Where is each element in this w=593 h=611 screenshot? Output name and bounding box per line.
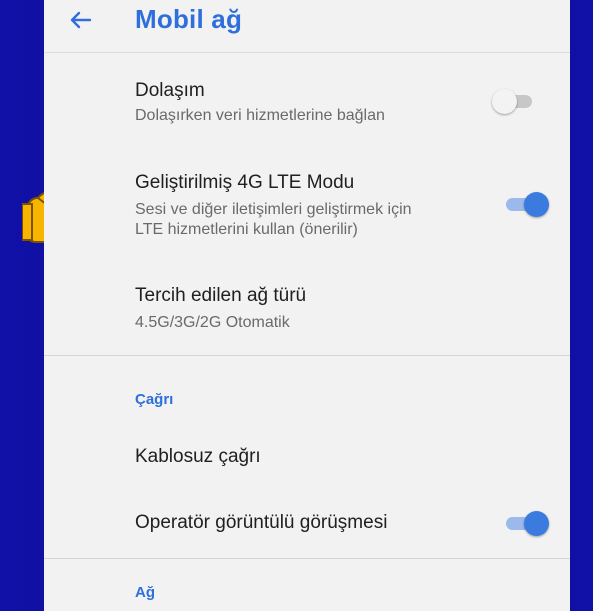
network-type-title: Tercih edilen ağ türü bbox=[135, 285, 307, 306]
toggle-thumb bbox=[524, 511, 549, 536]
lte-toggle[interactable] bbox=[504, 191, 549, 217]
call-section-header: Çağrı bbox=[135, 391, 174, 408]
back-button[interactable] bbox=[64, 4, 96, 36]
toggle-thumb bbox=[492, 89, 517, 114]
settings-screen: Mobil ağ Dolaşım Dolaşırken veri hizmetl… bbox=[44, 0, 570, 611]
page-title: Mobil ağ bbox=[135, 4, 243, 34]
lte-title: Geliştirilmiş 4G LTE Modu bbox=[135, 172, 355, 193]
roaming-toggle[interactable] bbox=[492, 88, 536, 114]
preferred-network-setting[interactable]: Tercih edilen ağ türü 4.5G/3G/2G Otomati… bbox=[44, 275, 570, 345]
enhanced-lte-setting[interactable]: Geliştirilmiş 4G LTE Modu Sesi ve diğer … bbox=[44, 160, 570, 260]
toggle-thumb bbox=[524, 192, 549, 217]
roaming-setting[interactable]: Dolaşım Dolaşırken veri hizmetlerine bağ… bbox=[44, 60, 570, 146]
lte-subtitle-line2: LTE hizmetlerini kullan (önerilir) bbox=[135, 221, 358, 238]
roaming-subtitle: Dolaşırken veri hizmetlerine bağlan bbox=[135, 107, 385, 124]
wifi-calling-title: Kablosuz çağrı bbox=[135, 446, 261, 467]
video-call-title: Operatör görüntülü görüşmesi bbox=[135, 512, 388, 533]
wifi-calling-setting[interactable]: Kablosuz çağrı bbox=[44, 430, 570, 490]
app-bar: Mobil ağ bbox=[44, 0, 570, 53]
video-call-setting[interactable]: Operatör görüntülü görüşmesi bbox=[44, 495, 570, 555]
section-divider bbox=[44, 355, 570, 356]
network-section-header: Ağ bbox=[135, 584, 155, 601]
network-type-subtitle: 4.5G/3G/2G Otomatik bbox=[135, 314, 290, 331]
roaming-title: Dolaşım bbox=[135, 80, 205, 101]
lte-subtitle-line1: Sesi ve diğer iletişimleri geliştirmek i… bbox=[135, 201, 412, 218]
video-call-toggle[interactable] bbox=[504, 510, 549, 536]
arrow-left-icon bbox=[70, 11, 92, 29]
section-divider bbox=[44, 558, 570, 559]
